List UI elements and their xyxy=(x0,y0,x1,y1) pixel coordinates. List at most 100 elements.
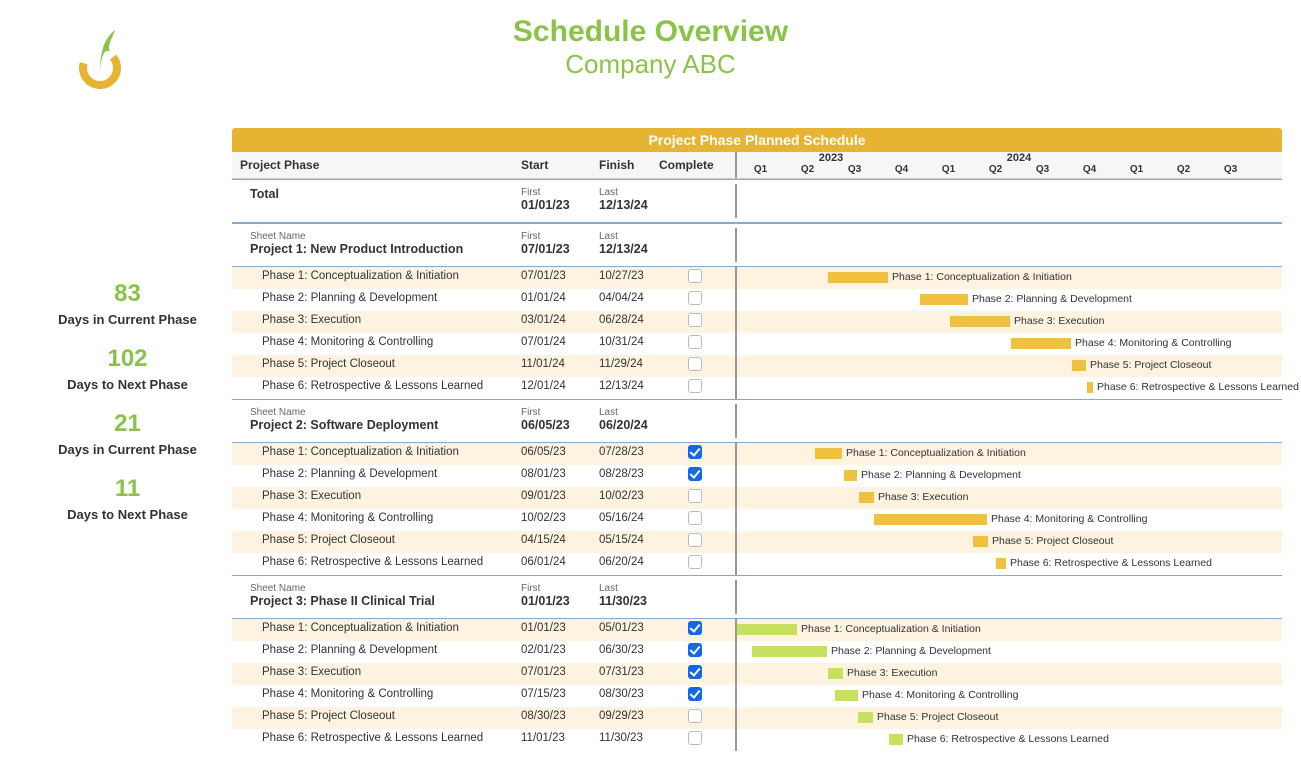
complete-checkbox[interactable] xyxy=(688,335,702,349)
timeline-cell xyxy=(735,580,1282,614)
phase-start: 11/01/24 xyxy=(517,355,595,377)
project-first: First06/05/23 xyxy=(517,404,595,438)
group-row: Sheet NameProject 3: Phase II Clinical T… xyxy=(232,575,1282,619)
phase-start: 08/01/23 xyxy=(517,465,595,487)
complete-checkbox[interactable] xyxy=(688,313,702,327)
complete-checkbox[interactable] xyxy=(688,269,702,283)
phase-name: Phase 3: Execution xyxy=(232,311,517,333)
quarter-label: Q4 xyxy=(1066,164,1113,175)
gantt-bar xyxy=(1072,360,1086,371)
phase-finish: 05/15/24 xyxy=(595,531,655,553)
timeline-cell: Phase 1: Conceptualization & Initiation xyxy=(735,267,1282,289)
metric-value: 83 xyxy=(35,280,220,308)
gantt-bar-label: Phase 2: Planning & Development xyxy=(972,293,1132,305)
timeline-cell: Phase 2: Planning & Development xyxy=(735,465,1282,487)
complete-checkbox[interactable] xyxy=(688,489,702,503)
complete-cell xyxy=(655,311,735,333)
metric-value: 21 xyxy=(35,410,220,438)
phase-name: Phase 4: Monitoring & Controlling xyxy=(232,685,517,707)
complete-checkbox[interactable] xyxy=(688,357,702,371)
table-row: Phase 4: Monitoring & Controlling07/15/2… xyxy=(232,685,1282,707)
group-row: Sheet NameProject 2: Software Deployment… xyxy=(232,399,1282,443)
complete-checkbox[interactable] xyxy=(688,643,702,657)
timeline-cell: Phase 5: Project Closeout xyxy=(735,355,1282,377)
phase-finish: 07/31/23 xyxy=(595,663,655,685)
complete-cell xyxy=(655,685,735,707)
gantt-bar xyxy=(950,316,1010,327)
complete-cell xyxy=(655,355,735,377)
timeline-cell: Phase 6: Retrospective & Lessons Learned xyxy=(735,729,1282,751)
table-row: Phase 1: Conceptualization & Initiation0… xyxy=(232,619,1282,641)
phase-name: Phase 4: Monitoring & Controlling xyxy=(232,333,517,355)
phase-start: 07/01/23 xyxy=(517,663,595,685)
table-row: Phase 6: Retrospective & Lessons Learned… xyxy=(232,553,1282,575)
metric-label: Days to Next Phase xyxy=(35,507,220,522)
quarter-label: Q2 xyxy=(1160,164,1207,175)
complete-checkbox[interactable] xyxy=(688,379,702,393)
complete-checkbox[interactable] xyxy=(688,291,702,305)
phase-start: 07/15/23 xyxy=(517,685,595,707)
total-finish: Last12/13/24 xyxy=(595,184,655,218)
gantt-bar xyxy=(889,734,903,745)
complete-checkbox[interactable] xyxy=(688,665,702,679)
metric-value: 11 xyxy=(35,475,220,503)
gantt-bar xyxy=(737,624,797,635)
empty xyxy=(655,404,735,438)
quarter-label: Q2 xyxy=(972,164,1019,175)
complete-checkbox[interactable] xyxy=(688,621,702,635)
table-row: Phase 5: Project Closeout04/15/2405/15/2… xyxy=(232,531,1282,553)
year-label: 2023 xyxy=(737,152,925,164)
phase-finish: 10/31/24 xyxy=(595,333,655,355)
phase-name: Phase 5: Project Closeout xyxy=(232,531,517,553)
total-start: First01/01/23 xyxy=(517,184,595,218)
phase-start: 04/15/24 xyxy=(517,531,595,553)
phase-name: Phase 2: Planning & Development xyxy=(232,465,517,487)
complete-checkbox[interactable] xyxy=(688,709,702,723)
phase-start: 08/30/23 xyxy=(517,707,595,729)
complete-cell xyxy=(655,267,735,289)
phase-name: Phase 2: Planning & Development xyxy=(232,289,517,311)
timeline-cell: Phase 3: Execution xyxy=(735,311,1282,333)
gantt-bar xyxy=(859,492,874,503)
quarter-label: Q1 xyxy=(925,164,972,175)
phase-name: Phase 3: Execution xyxy=(232,663,517,685)
phase-name: Phase 5: Project Closeout xyxy=(232,355,517,377)
phase-name: Phase 3: Execution xyxy=(232,487,517,509)
project-first: First07/01/23 xyxy=(517,228,595,262)
metric-label: Days in Current Phase xyxy=(35,442,220,457)
complete-checkbox[interactable] xyxy=(688,555,702,569)
complete-cell xyxy=(655,465,735,487)
phase-name: Phase 5: Project Closeout xyxy=(232,707,517,729)
complete-checkbox[interactable] xyxy=(688,511,702,525)
table-row: Phase 4: Monitoring & Controlling10/02/2… xyxy=(232,509,1282,531)
complete-checkbox[interactable] xyxy=(688,445,702,459)
gantt-bar xyxy=(973,536,988,547)
timeline-cell: Phase 3: Execution xyxy=(735,663,1282,685)
phase-start: 06/05/23 xyxy=(517,443,595,465)
phase-name: Phase 6: Retrospective & Lessons Learned xyxy=(232,377,517,399)
gantt-bar-label: Phase 2: Planning & Development xyxy=(831,645,991,657)
table-row: Phase 1: Conceptualization & Initiation0… xyxy=(232,443,1282,465)
complete-cell xyxy=(655,487,735,509)
gantt-bar-label: Phase 6: Retrospective & Lessons Learned xyxy=(907,733,1109,745)
phase-name: Phase 6: Retrospective & Lessons Learned xyxy=(232,729,517,751)
table-row: Phase 6: Retrospective & Lessons Learned… xyxy=(232,729,1282,751)
timeline-cell: Phase 6: Retrospective & Lessons Learned xyxy=(735,553,1282,575)
timeline-cell: Phase 5: Project Closeout xyxy=(735,531,1282,553)
phase-name: Phase 4: Monitoring & Controlling xyxy=(232,509,517,531)
complete-cell xyxy=(655,553,735,575)
phase-finish: 08/30/23 xyxy=(595,685,655,707)
gantt-bar xyxy=(920,294,968,305)
complete-checkbox[interactable] xyxy=(688,533,702,547)
complete-checkbox[interactable] xyxy=(688,467,702,481)
complete-checkbox[interactable] xyxy=(688,731,702,745)
quarter-label: Q2 xyxy=(784,164,831,175)
phase-start: 09/01/23 xyxy=(517,487,595,509)
col-header-complete: Complete xyxy=(655,152,735,178)
schedule-panel: Project Phase Planned Schedule Project P… xyxy=(232,128,1282,751)
col-header-phase: Project Phase xyxy=(232,152,517,178)
complete-checkbox[interactable] xyxy=(688,687,702,701)
gantt-bar-label: Phase 3: Execution xyxy=(847,667,937,679)
page-title: Schedule Overview xyxy=(20,15,1281,49)
phase-start: 07/01/23 xyxy=(517,267,595,289)
